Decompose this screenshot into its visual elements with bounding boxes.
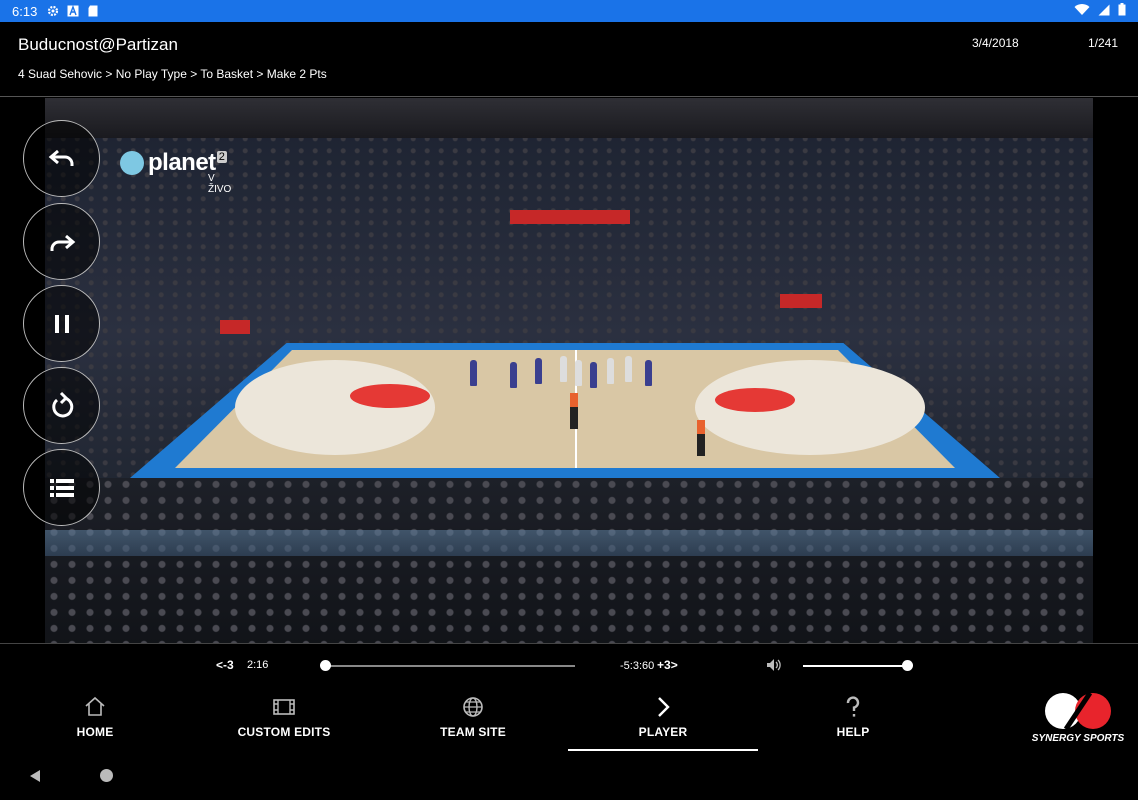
- volume-icon[interactable]: [766, 658, 782, 672]
- play-breadcrumb: 4 Suad Sehovic > No Play Type > To Baske…: [18, 67, 327, 81]
- signal-icon: [1098, 4, 1110, 19]
- replay-button[interactable]: [23, 367, 100, 444]
- globe-icon: [463, 697, 483, 717]
- synergy-logo-icon: [1044, 691, 1112, 731]
- nav-home-label: HOME: [76, 725, 114, 739]
- playlist-button[interactable]: [23, 449, 100, 526]
- volume-handle[interactable]: [902, 660, 913, 671]
- game-title: Buducnost@Partizan: [18, 35, 178, 54]
- back-triangle-icon[interactable]: [28, 769, 42, 783]
- playlist-icon: [49, 478, 74, 497]
- pause-icon: [54, 314, 69, 333]
- remaining-time: -5:3:60: [620, 660, 655, 672]
- channel-number: 2: [216, 151, 227, 163]
- game-date: 3/4/2018: [972, 36, 1019, 50]
- font-icon: [67, 5, 79, 17]
- channel-name: planet: [148, 149, 216, 176]
- seek-handle[interactable]: [320, 660, 331, 671]
- rewind-icon: [48, 149, 73, 166]
- home-circle-icon[interactable]: [99, 768, 114, 783]
- skip-forward-button[interactable]: +3>: [657, 658, 678, 672]
- nav-player-label: PLAYER: [638, 725, 688, 739]
- sd-card-icon: [87, 5, 99, 17]
- pause-button[interactable]: [23, 285, 100, 362]
- channel-logo: planet 2 V ŽIVO: [120, 149, 231, 195]
- elapsed-time: 2:16: [247, 659, 269, 671]
- chevron-left-icon: <: [216, 658, 224, 672]
- clip-counter: 1/241: [1088, 36, 1119, 50]
- question-icon: [846, 696, 860, 717]
- skip-forward-label: +3: [657, 658, 671, 672]
- system-nav: [0, 755, 1138, 800]
- rewind-button[interactable]: [23, 120, 100, 197]
- replay-icon: [51, 391, 73, 417]
- film-icon: [273, 699, 295, 715]
- skip-back-button[interactable]: <-3: [216, 658, 234, 672]
- nav-help-label: HELP: [836, 725, 870, 739]
- nav-team-site-label: TEAM SITE: [440, 725, 506, 739]
- synergy-logo: SYNERGY SPORTS: [1022, 691, 1134, 751]
- planet-logo-icon: [120, 151, 144, 175]
- clip-header: Buducnost@Partizan 4 Suad Sehovic > No P…: [0, 22, 1138, 97]
- skip-back-label: -3: [223, 658, 234, 672]
- gear-icon: [47, 5, 59, 17]
- chevron-right-icon: >: [670, 658, 678, 672]
- volume-track[interactable]: [803, 665, 907, 667]
- nav-custom-edits[interactable]: CUSTOM EDITS: [189, 685, 379, 751]
- nav-player[interactable]: PLAYER: [568, 685, 758, 751]
- video-frame: [45, 98, 1093, 643]
- chevron-right-icon: [658, 697, 670, 717]
- nav-custom-edits-label: CUSTOM EDITS: [237, 725, 331, 739]
- nav-team-site[interactable]: TEAM SITE: [378, 685, 568, 751]
- nav-home[interactable]: HOME: [0, 685, 190, 751]
- status-time: 6:13: [12, 3, 38, 19]
- forward-button[interactable]: [23, 203, 100, 280]
- wifi-icon: [1074, 3, 1090, 19]
- brand-name: SYNERGY SPORTS: [1031, 733, 1125, 744]
- seek-track[interactable]: [325, 665, 575, 667]
- battery-icon: [1118, 3, 1126, 19]
- playback-bar: <-3 2:16 -5:3:60 +3>: [0, 643, 1138, 685]
- nav-help[interactable]: HELP: [758, 685, 948, 751]
- channel-sub: V ŽIVO: [208, 173, 232, 195]
- home-icon: [85, 696, 105, 716]
- status-bar: 6:13: [0, 0, 1138, 22]
- forward-icon: [50, 234, 75, 251]
- bottom-nav: HOME CUSTOM EDITS TEAM SITE PLAYER HELP …: [0, 685, 1138, 755]
- video-player[interactable]: planet 2 V ŽIVO: [0, 98, 1138, 643]
